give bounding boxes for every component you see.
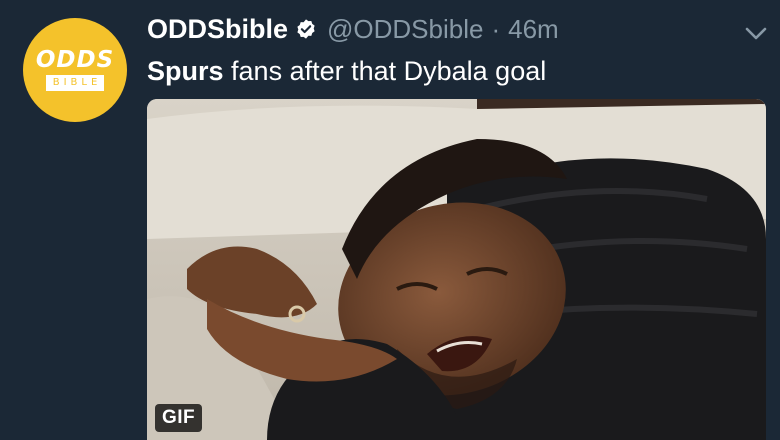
avatar-logo-bible: BIBLE [45,75,105,91]
header-separator: · [491,13,501,44]
tweet-text: Spurs fans after that Dybala goal [147,54,546,88]
verified-badge-icon [295,18,317,40]
tweet-media-gif[interactable]: GIF [147,99,766,440]
tweet-text-rest: fans after that Dybala goal [223,56,547,86]
tweet-header: ODDSbible @ODDSbible · 46m [147,12,559,46]
author-handle[interactable]: @ODDSbible [327,14,483,45]
crying-man-gif-image [147,99,766,440]
author-name[interactable]: ODDSbible [147,14,288,45]
tweet-text-bold: Spurs [147,56,224,86]
chevron-down-icon[interactable] [744,26,768,42]
gif-badge: GIF [155,404,203,432]
avatar-logo-odds: ODDS [35,47,115,73]
tweet-timestamp[interactable]: 46m [508,14,559,45]
avatar[interactable]: ODDS BIBLE [23,18,127,122]
